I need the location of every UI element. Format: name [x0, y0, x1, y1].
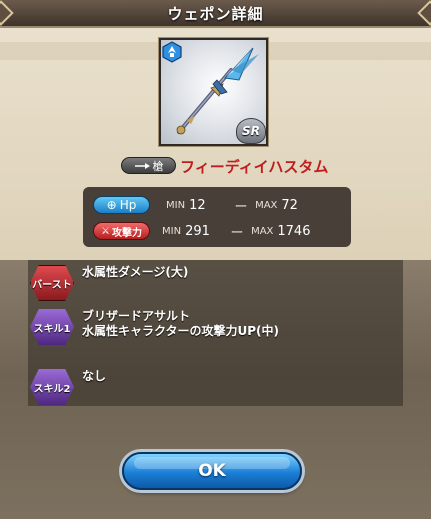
stats-panel: ⊕ Hp MIN 12 ー MAX 72 ⚔ 攻撃力 MIN 291 ー MAX… — [83, 187, 351, 247]
skill2-tag: スキル2 — [30, 369, 74, 405]
plus-circle-icon: ⊕ — [106, 198, 117, 212]
attack-badge-label: 攻撃力 — [111, 227, 142, 239]
attack-min-value: 291 — [185, 223, 210, 239]
skill-row-burst: バースト 水属性ダメージ(大) — [30, 265, 188, 301]
ok-button[interactable]: OK — [122, 452, 302, 490]
attack-max-label: MAX — [251, 225, 274, 237]
attack-min-label: MIN — [162, 225, 182, 237]
hp-max-value: 72 — [281, 197, 298, 213]
skill-row-1: スキル1 ブリザードアサルト 水属性キャラクターの攻撃力UP(中) — [30, 309, 279, 345]
hp-badge: ⊕ Hp — [93, 196, 150, 214]
skill2-line-1: なし — [82, 369, 107, 383]
weapon-type-tag: 槍 — [121, 157, 176, 174]
skill1-tag-label: スキル1 — [33, 323, 71, 335]
title-ornament-right — [417, 0, 431, 26]
weapon-type-label: 槍 — [152, 159, 164, 173]
attack-row: ⚔ 攻撃力 MIN 291 ー MAX 1746 — [93, 220, 315, 242]
hp-badge-label: Hp — [119, 198, 137, 212]
skill2-tag-label: スキル2 — [33, 383, 71, 395]
burst-tag-label: バースト — [32, 279, 72, 291]
skill-row-2: スキル2 なし — [30, 369, 106, 405]
weapon-name: フィーディイハスタム — [180, 158, 329, 176]
weapon-detail-dialog: ウェポン詳細 SR 槍 フィーディイハスタム ⊕ Hp MIN 12 ー MAX… — [0, 0, 431, 519]
skill1-tag: スキル1 — [30, 309, 74, 345]
hp-max-label: MAX — [255, 199, 278, 211]
sword-icon: ⚔ — [101, 225, 110, 237]
attack-badge: ⚔ 攻撃力 — [93, 222, 150, 240]
hp-dash: ー — [234, 199, 248, 215]
dialog-title-bar: ウェポン詳細 — [0, 0, 431, 28]
hp-min-label: MIN — [166, 199, 186, 211]
dialog-title: ウェポン詳細 — [167, 4, 264, 23]
burst-tag: バースト — [30, 265, 74, 301]
skill2-description: なし — [82, 369, 106, 405]
skill1-description: ブリザードアサルト 水属性キャラクターの攻撃力UP(中) — [82, 309, 279, 345]
hp-min-value: 12 — [189, 197, 206, 213]
water-element-icon — [162, 41, 182, 63]
rarity-badge: SR — [236, 118, 266, 144]
hp-row: ⊕ Hp MIN 12 ー MAX 72 — [93, 194, 319, 216]
attack-max-value: 1746 — [277, 223, 311, 239]
attack-dash: ー — [230, 225, 244, 241]
spear-type-icon — [134, 162, 150, 169]
skill1-effect: 水属性キャラクターの攻撃力UP(中) — [82, 324, 280, 338]
burst-description: 水属性ダメージ(大) — [82, 265, 188, 301]
skill1-name: ブリザードアサルト — [82, 309, 191, 323]
burst-line-1: 水属性ダメージ(大) — [82, 265, 189, 279]
title-ornament-left — [0, 0, 14, 26]
